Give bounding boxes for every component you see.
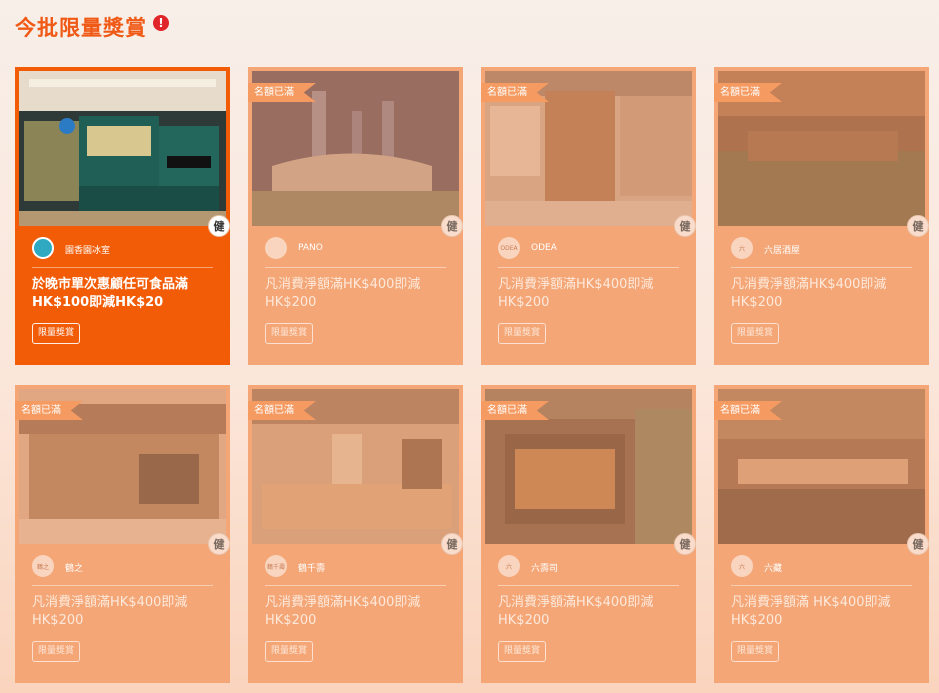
logo-text: 六 (738, 245, 745, 253)
brand-badge-icon: 健 (208, 215, 230, 237)
divider (498, 585, 679, 586)
restaurant-logo (265, 237, 287, 259)
limited-reward-tag: 限量獎賞 (731, 641, 780, 662)
restaurant-name: 鶴千壽 (298, 564, 326, 574)
section-title: 今批限量獎賞 (15, 16, 147, 40)
offer-text: 凡消費淨額滿HK$400即減HK$200 (265, 277, 421, 310)
offer-text: 凡消費淨額滿HK$400即減HK$200 (731, 277, 887, 310)
limited-reward-tag: 限量獎賞 (731, 323, 780, 344)
reward-card[interactable]: 名額已滿 健 六 六藏 凡消費淨額滿 HK$400即減HK$200 限量獎賞 (714, 385, 929, 683)
limited-reward-tag: 限量獎賞 (32, 641, 81, 662)
brand-badge-icon: 健 (907, 215, 929, 237)
restaurant-photo (19, 71, 226, 226)
restaurant-name: PANO (298, 243, 323, 253)
divider (498, 267, 679, 268)
restaurant-logo: 六 (731, 555, 753, 577)
restaurant-name: 鶴之 (65, 564, 84, 574)
restaurant-name: 園香園冰室 (65, 246, 111, 256)
logo-text: 鶴千壽 (266, 563, 285, 571)
restaurant-logo: ODEA (498, 237, 520, 259)
restaurant-name: ODEA (531, 243, 557, 253)
limited-reward-tag: 限量獎賞 (498, 641, 547, 662)
limited-reward-tag: 限量獎賞 (265, 323, 314, 344)
reward-grid: 健 園香園冰室 於晚市單次惠顧任可食品滿HK$100即減HK$20 限量獎賞 名… (15, 67, 929, 683)
reward-card[interactable]: 名額已滿 健 鶴之 鶴之 凡消費淨額滿HK$400即減HK$200 限量獎賞 (15, 385, 230, 683)
alert-icon[interactable]: ! (153, 15, 169, 31)
divider (32, 585, 213, 586)
restaurant-logo: 六 (498, 555, 520, 577)
restaurant-logo (32, 237, 54, 259)
logo-text: 鶴之 (36, 563, 49, 571)
restaurant-name: 六居酒屋 (764, 246, 801, 256)
logo-text: ODEA (500, 244, 518, 252)
restaurant-logo: 鶴千壽 (265, 555, 287, 577)
reward-card[interactable]: 名額已滿 健 六 六壽司 凡消費淨額滿HK$400即減HK$200 限量獎賞 (481, 385, 696, 683)
brand-badge-icon: 健 (441, 215, 463, 237)
section-header: 今批限量獎賞 ! (15, 12, 169, 42)
brand-badge-icon: 健 (208, 533, 230, 555)
offer-text: 凡消費淨額滿 HK$400即減HK$200 (731, 595, 891, 628)
divider (731, 267, 912, 268)
offer-text: 凡消費淨額滿HK$400即減HK$200 (265, 595, 421, 628)
limited-reward-tag: 限量獎賞 (32, 323, 81, 344)
cafe-storefront-image (19, 71, 226, 226)
limited-reward-tag: 限量獎賞 (498, 323, 547, 344)
offer-text: 凡消費淨額滿HK$400即減HK$200 (498, 277, 654, 310)
offer-text: 於晚市單次惠顧任可食品滿HK$100即減HK$20 (32, 277, 189, 310)
logo-text: 六 (505, 563, 512, 571)
divider (265, 267, 446, 268)
logo-text: 六 (738, 563, 745, 571)
restaurant-name: 六壽司 (531, 564, 559, 574)
offer-text: 凡消費淨額滿HK$400即減HK$200 (32, 595, 188, 628)
brand-badge-icon: 健 (441, 533, 463, 555)
brand-badge-icon: 健 (674, 533, 696, 555)
divider (731, 585, 912, 586)
restaurant-logo: 鶴之 (32, 555, 54, 577)
divider (32, 267, 213, 268)
reward-card[interactable]: 名額已滿 健 ODEA ODEA 凡消費淨額滿HK$400即減HK$200 限量… (481, 67, 696, 365)
divider (265, 585, 446, 586)
restaurant-name: 六藏 (764, 564, 783, 574)
restaurant-logo: 六 (731, 237, 753, 259)
brand-badge-icon: 健 (907, 533, 929, 555)
limited-reward-tag: 限量獎賞 (265, 641, 314, 662)
offer-text: 凡消費淨額滿HK$400即減HK$200 (498, 595, 654, 628)
reward-card[interactable]: 名額已滿 健 PANO 凡消費淨額滿HK$400即減HK$200 限量獎賞 (248, 67, 463, 365)
reward-card[interactable]: 名額已滿 健 鶴千壽 鶴千壽 凡消費淨額滿HK$400即減HK$200 限量獎賞 (248, 385, 463, 683)
brand-badge-icon: 健 (674, 215, 696, 237)
reward-card[interactable]: 名額已滿 健 六 六居酒屋 凡消費淨額滿HK$400即減HK$200 限量獎賞 (714, 67, 929, 365)
reward-card[interactable]: 健 園香園冰室 於晚市單次惠顧任可食品滿HK$100即減HK$20 限量獎賞 (15, 67, 230, 365)
